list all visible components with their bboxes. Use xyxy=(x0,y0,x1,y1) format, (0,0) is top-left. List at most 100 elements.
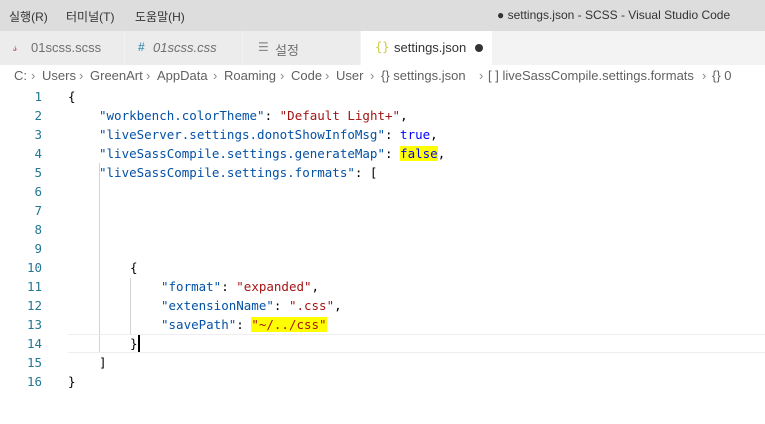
code-token: { xyxy=(130,260,138,275)
menu-terminal[interactable]: 터미널(T) xyxy=(66,8,114,25)
chevron-right-icon: › xyxy=(370,68,375,83)
code-line[interactable]: { xyxy=(68,87,76,106)
hash-icon: # xyxy=(138,40,145,54)
code-line[interactable]: } xyxy=(68,372,76,391)
tab-label: 01scss.scss xyxy=(31,40,102,55)
line-number: 4 xyxy=(34,146,42,161)
breadcrumb-item[interactable]: {} 0 xyxy=(712,68,732,83)
json-braces-icon: {} xyxy=(375,40,390,54)
code-line[interactable]: } xyxy=(130,334,138,353)
scss-file-icon: 𝓈 xyxy=(13,40,18,54)
code-token: "savePath" xyxy=(161,317,237,332)
code-token: "Default Light+" xyxy=(279,108,401,123)
code-line[interactable]: { xyxy=(130,258,138,277)
tab-label: settings.json xyxy=(394,40,467,55)
code-token: "liveServer.settings.donotShowInfoMsg" xyxy=(99,127,385,142)
settings-list-icon: ☰ xyxy=(258,40,269,54)
line-number: 6 xyxy=(34,184,42,199)
code-line[interactable]: "liveSassCompile.settings.generateMap": … xyxy=(99,144,445,163)
code-line[interactable]: "extensionName": ".css", xyxy=(161,296,342,315)
menu-run[interactable]: 실행(R) xyxy=(9,8,48,25)
indent-guide xyxy=(130,278,131,335)
window-title: ● settings.json - SCSS - Visual Studio C… xyxy=(497,8,731,22)
tab-settings-json[interactable]: {} settings.json xyxy=(361,31,493,65)
code-token: : xyxy=(221,279,237,294)
code-token: : xyxy=(236,317,252,332)
tab-settings-ui[interactable]: ☰ 설정 xyxy=(243,31,361,65)
breadcrumb-item[interactable]: Users xyxy=(42,68,76,83)
line-number: 14 xyxy=(26,336,42,351)
code-token: "extensionName" xyxy=(161,298,274,313)
chevron-right-icon: › xyxy=(213,68,218,83)
title-bar: 실행(R) 터미널(T) 도움말(H) ● settings.json - SC… xyxy=(0,0,765,31)
chevron-right-icon: › xyxy=(325,68,330,83)
line-number: 12 xyxy=(26,298,42,313)
tab-label: 설정 xyxy=(275,43,299,58)
tab-bar: 𝓈 01scss.scss # 01scss.css ☰ 설정 {} setti… xyxy=(0,31,765,65)
code-token: : xyxy=(384,127,401,142)
code-token: "liveSassCompile.settings.generateMap" xyxy=(99,146,385,161)
code-line[interactable]: ] xyxy=(99,353,107,372)
code-token: { xyxy=(68,89,76,104)
code-line[interactable]: "liveSassCompile.settings.formats": [ xyxy=(99,163,377,182)
line-number: 11 xyxy=(26,279,42,294)
breadcrumb: C: › Users › GreenArt › AppData › Roamin… xyxy=(0,65,765,87)
code-token: , xyxy=(334,298,342,313)
code-token: } xyxy=(68,374,76,389)
code-token: "liveSassCompile.settings.formats" xyxy=(99,165,355,180)
line-number: 16 xyxy=(26,374,42,389)
code-line[interactable]: "format": "expanded", xyxy=(161,277,319,296)
chevron-right-icon: › xyxy=(79,68,84,83)
code-token: true xyxy=(400,127,431,142)
code-line[interactable]: "savePath": "~/../css" xyxy=(161,315,327,334)
unsaved-dot-icon[interactable] xyxy=(475,44,483,52)
code-token: "format" xyxy=(161,279,222,294)
chevron-right-icon: › xyxy=(479,68,484,83)
code-token: , xyxy=(430,127,438,142)
code-token: ".css" xyxy=(288,298,335,313)
breadcrumb-item[interactable]: Code xyxy=(291,68,322,83)
breadcrumb-item[interactable]: Roaming xyxy=(224,68,276,83)
line-number: 5 xyxy=(34,165,42,180)
breadcrumb-item[interactable]: AppData xyxy=(157,68,208,83)
current-line-highlight xyxy=(68,334,765,353)
code-token: : xyxy=(264,108,280,123)
line-number: 15 xyxy=(26,355,42,370)
code-token: ] xyxy=(99,355,107,370)
breadcrumb-item[interactable]: C: xyxy=(14,68,27,83)
tab-01scss-css[interactable]: # 01scss.css xyxy=(125,31,243,65)
code-token: "~/../css" xyxy=(251,317,327,332)
breadcrumb-item[interactable]: {} settings.json xyxy=(381,68,466,83)
chevron-right-icon: › xyxy=(146,68,151,83)
line-number: 1 xyxy=(34,89,42,104)
chevron-right-icon: › xyxy=(702,68,707,83)
breadcrumb-item[interactable]: GreenArt xyxy=(90,68,143,83)
line-number: 8 xyxy=(34,222,42,237)
code-token: , xyxy=(311,279,320,294)
line-number: 2 xyxy=(34,108,42,123)
breadcrumb-item[interactable]: User xyxy=(336,68,363,83)
code-editor[interactable]: 1 {2 "workbench.colorTheme": "Default Ligh… xyxy=(0,87,765,424)
chevron-right-icon: › xyxy=(280,68,285,83)
breadcrumb-item[interactable]: [ ] liveSassCompile.settings.formats xyxy=(488,68,694,83)
code-token: , xyxy=(437,146,446,161)
code-token: : [ xyxy=(354,165,378,180)
code-line[interactable]: "workbench.colorTheme": "Default Light+"… xyxy=(99,106,408,125)
code-token: "workbench.colorTheme" xyxy=(99,108,265,123)
line-number: 10 xyxy=(26,260,42,275)
code-line[interactable]: "liveServer.settings.donotShowInfoMsg": … xyxy=(99,125,438,144)
tab-label: 01scss.css xyxy=(153,40,217,55)
text-cursor xyxy=(138,335,140,352)
menu-help[interactable]: 도움말(H) xyxy=(135,8,185,25)
indent-guide xyxy=(99,163,100,353)
code-token: : xyxy=(273,298,289,313)
chevron-right-icon: › xyxy=(31,68,36,83)
line-number: 7 xyxy=(34,203,42,218)
tab-01scss-scss[interactable]: 𝓈 01scss.scss xyxy=(0,31,125,65)
code-token: : xyxy=(384,146,401,161)
code-token: } xyxy=(130,336,138,351)
code-token: , xyxy=(400,108,408,123)
code-token: false xyxy=(400,146,438,161)
line-number: 9 xyxy=(34,241,42,256)
line-number: 13 xyxy=(26,317,42,332)
